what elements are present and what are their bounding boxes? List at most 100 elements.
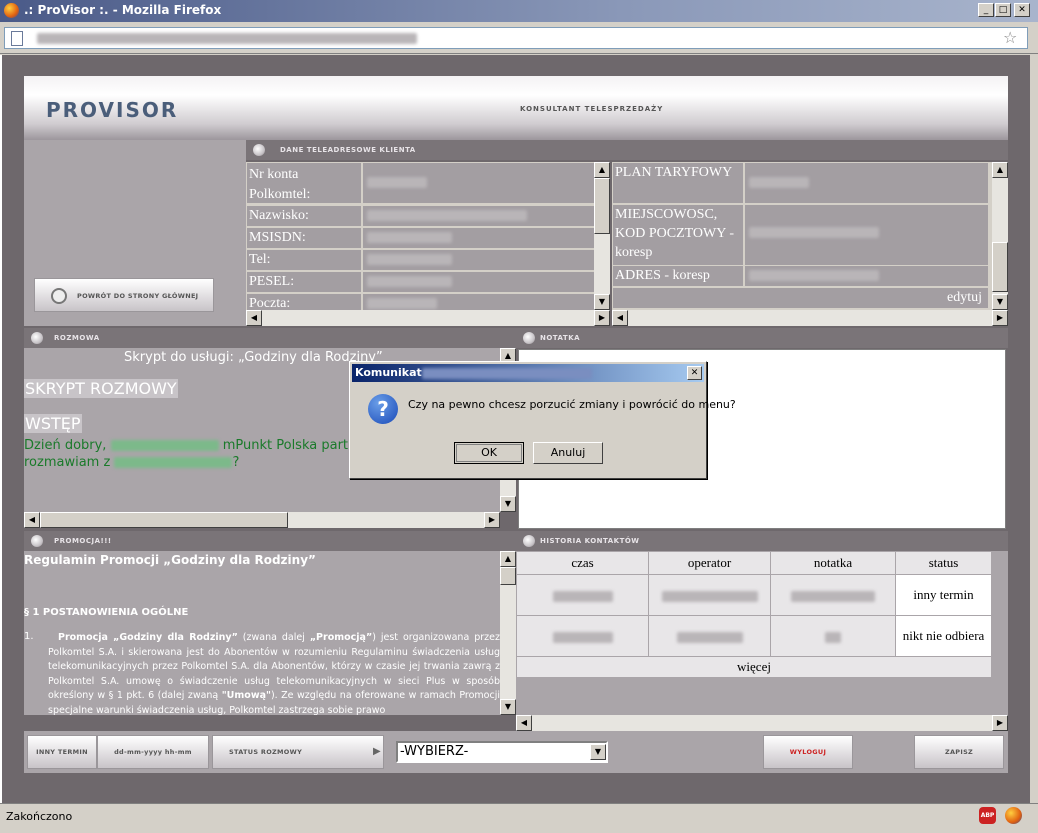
cancel-label: Anuluj xyxy=(550,446,586,459)
window-title: .: ProVisor :. - Mozilla Firefox xyxy=(24,3,222,17)
field-value xyxy=(363,228,594,248)
date-input[interactable]: dd-mm-yyyy hh-mm xyxy=(97,735,209,769)
question-icon: ? xyxy=(368,394,398,424)
client-row: PESEL: xyxy=(246,271,594,293)
left-panel: POWRÓT DO STRONY GŁÓWNEJ xyxy=(24,140,246,326)
scroll-left-arrow[interactable]: ◀ xyxy=(246,310,262,326)
logout-button[interactable]: WYLOGUJ xyxy=(763,735,853,769)
dropdown-arrow-icon[interactable]: ▼ xyxy=(590,744,606,760)
scroll-down-arrow[interactable]: ▼ xyxy=(594,294,610,310)
app-logo: PROVISOR xyxy=(46,98,179,122)
client-right-hscroll[interactable]: ◀ ▶ xyxy=(612,310,1008,326)
field-value xyxy=(363,206,594,226)
firefox-icon xyxy=(4,3,19,18)
client-row: MSISDN: xyxy=(246,227,594,249)
bullet-icon xyxy=(31,332,43,344)
greeting-line-2: rozmawiam z ? xyxy=(24,455,239,470)
script-heading: SKRYPT ROZMOWY xyxy=(24,379,178,398)
field-label: PESEL: xyxy=(247,272,361,292)
history-hscroll[interactable]: ◀ ▶ xyxy=(516,715,1008,731)
promo-section-heading: § 1 POSTANOWIENIA OGÓLNE xyxy=(24,607,189,618)
scroll-down-arrow[interactable]: ▼ xyxy=(500,699,516,715)
url-field[interactable]: ☆ xyxy=(4,27,1028,49)
scroll-up-arrow[interactable]: ▲ xyxy=(500,551,516,567)
scroll-right-arrow[interactable]: ▶ xyxy=(992,715,1008,731)
client-left-vscroll[interactable]: ▲ ▼ xyxy=(594,162,610,310)
promo-text: Promocja „Godziny dla Rodziny” xyxy=(58,632,238,643)
save-button[interactable]: ZAPISZ xyxy=(914,735,1004,769)
client-section-header: DANE TELEADRESOWE KLIENTA xyxy=(246,140,1008,160)
firefox-status-icon[interactable] xyxy=(1005,807,1022,824)
ok-button[interactable]: OK xyxy=(454,442,524,464)
status-select[interactable]: -WYBIERZ- ▼ xyxy=(396,741,608,763)
minimize-button[interactable]: _ xyxy=(978,3,994,17)
scroll-thumb[interactable] xyxy=(500,567,516,585)
bookmark-star-icon[interactable]: ☆ xyxy=(1003,28,1017,47)
edit-link[interactable]: edytuj xyxy=(613,288,988,308)
history-vscroll-blank xyxy=(992,551,1008,715)
cancel-button[interactable]: Anuluj xyxy=(533,442,603,464)
client-row: Tel: xyxy=(246,249,594,271)
scroll-thumb[interactable] xyxy=(40,512,288,528)
dialog-close-button[interactable]: ✕ xyxy=(687,366,702,380)
call-status-button[interactable]: STATUS ROZMOWY ▶ xyxy=(212,735,384,769)
col-header: status xyxy=(896,552,991,574)
scroll-down-arrow[interactable]: ▼ xyxy=(992,294,1008,310)
scroll-thumb[interactable] xyxy=(594,178,610,234)
promo-vscroll[interactable]: ▲ ▼ xyxy=(500,551,516,715)
bullet-icon xyxy=(523,332,535,344)
field-value xyxy=(363,272,594,292)
browser-right-edge xyxy=(1030,55,1038,803)
scroll-right-arrow[interactable]: ▶ xyxy=(594,310,610,326)
window-titlebar[interactable]: .: ProVisor :. - Mozilla Firefox _ □ ✕ xyxy=(0,0,1038,22)
col-header: notatka xyxy=(771,552,895,574)
address-value xyxy=(745,266,988,286)
close-button[interactable]: ✕ xyxy=(1014,3,1030,17)
script-title: Skrypt do usługi: „Godziny dla Rodziny” xyxy=(124,350,383,365)
adblock-icon[interactable]: ABP xyxy=(979,807,996,824)
maximize-button[interactable]: □ xyxy=(995,3,1011,17)
scroll-left-arrow[interactable]: ◀ xyxy=(516,715,532,731)
dialog-message: Czy na pewno chcesz porzucić zmiany i po… xyxy=(408,398,736,411)
home-button-label: POWRÓT DO STRONY GŁÓWNEJ xyxy=(77,292,199,300)
scroll-thumb[interactable] xyxy=(992,242,1008,292)
address-label: ADRES - koresp xyxy=(613,266,743,286)
scroll-right-arrow[interactable]: ▶ xyxy=(992,310,1008,326)
url-text xyxy=(37,33,417,44)
promo-num: 1. xyxy=(24,631,34,642)
other-term-button[interactable]: INNY TERMIN xyxy=(27,735,97,769)
scroll-left-arrow[interactable]: ◀ xyxy=(24,512,40,528)
promo-title: Regulamin Promocji „Godziny dla Rodziny” xyxy=(24,553,316,567)
col-header: operator xyxy=(649,552,770,574)
history-panel: czas operator notatka status inny termin… xyxy=(516,551,992,715)
client-row: Nr konta Polkomtel: xyxy=(246,162,594,204)
field-value xyxy=(363,163,594,203)
toolbar: ☆ xyxy=(0,22,1038,54)
client-section-title: DANE TELEADRESOWE KLIENTA xyxy=(280,146,416,154)
scroll-up-arrow[interactable]: ▲ xyxy=(594,162,610,178)
conversation-section-title: ROZMOWA xyxy=(54,334,100,342)
dialog-titlebar[interactable]: Komunikat ✕ xyxy=(352,364,704,382)
scroll-down-arrow[interactable]: ▼ xyxy=(500,496,516,512)
promo-panel: Regulamin Promocji „Godziny dla Rodziny”… xyxy=(24,551,500,715)
conversation-hscroll[interactable]: ◀ ▶ xyxy=(24,512,500,528)
history-section-header: HISTORIA KONTAKTÓW xyxy=(516,531,1008,551)
more-link[interactable]: więcej xyxy=(517,657,991,677)
redacted-name xyxy=(110,440,219,451)
col-header: czas xyxy=(517,552,648,574)
home-button[interactable]: POWRÓT DO STRONY GŁÓWNEJ xyxy=(34,278,214,312)
field-label: Poczta: xyxy=(247,294,361,310)
client-right-vscroll[interactable]: ▲ ▼ xyxy=(992,162,1008,310)
note-section-header: NOTATKA xyxy=(516,328,1008,348)
note-section-title: NOTATKA xyxy=(540,334,581,342)
client-left-hscroll[interactable]: ◀ ▶ xyxy=(246,310,610,326)
scroll-up-arrow[interactable]: ▲ xyxy=(992,162,1008,178)
field-value xyxy=(363,250,594,270)
status-text: Zakończono xyxy=(6,810,73,823)
scroll-left-arrow[interactable]: ◀ xyxy=(612,310,628,326)
greeting-text: rozmawiam z xyxy=(24,455,111,470)
field-label: Nr konta Polkomtel: xyxy=(247,163,361,203)
redacted-name xyxy=(114,457,233,468)
scroll-right-arrow[interactable]: ▶ xyxy=(484,512,500,528)
home-icon xyxy=(51,288,67,304)
